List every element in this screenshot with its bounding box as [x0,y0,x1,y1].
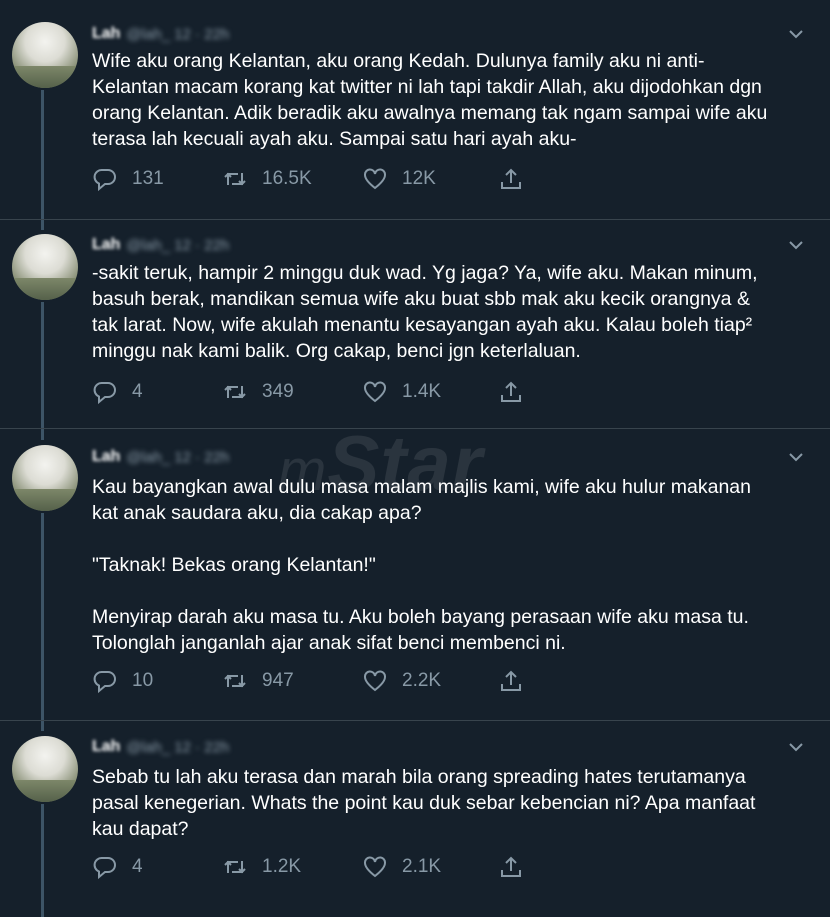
heart-icon [364,381,386,403]
author-name[interactable]: Lah [92,448,120,466]
avatar[interactable] [12,445,78,511]
chevron-down-icon[interactable] [786,447,806,467]
like-count: 1.4K [402,381,442,402]
reply-button[interactable]: 4 [92,379,143,405]
avatar[interactable] [12,234,78,300]
heart-icon [364,168,386,190]
reply-button[interactable]: 10 [92,668,153,694]
share-icon [501,856,521,877]
reply-button[interactable]: 131 [92,166,164,192]
author-handle-time[interactable]: @lah_ 12 · 22h [126,237,229,254]
tweet[interactable]: Lah @lah_ 12 · 22h Kau bayangkan awal du… [0,428,830,720]
like-count: 2.1K [402,856,442,877]
tweet-header: Lah @lah_ 12 · 22h [92,25,229,43]
author-name[interactable]: Lah [92,25,120,43]
avatar[interactable] [12,22,78,88]
author-handle-time[interactable]: @lah_ 12 · 22h [126,26,229,43]
like-button[interactable]: 2.2K [362,668,441,694]
reply-count: 4 [132,856,143,877]
tweet-header: Lah @lah_ 12 · 22h [92,448,229,466]
tweet-header: Lah @lah_ 12 · 22h [92,236,229,254]
author-name[interactable]: Lah [92,738,120,756]
chevron-down-icon[interactable] [786,24,806,44]
reply-icon [93,857,116,880]
like-button[interactable]: 2.1K [362,854,441,880]
reply-icon [93,382,116,405]
tweet[interactable]: Lah @lah_ 12 · 22h Sebab tu lah aku tera… [0,720,830,917]
share-button[interactable] [498,854,524,880]
tweet-text: -sakit teruk, hampir 2 minggu duk wad. Y… [92,262,758,362]
reply-button[interactable]: 4 [92,854,143,880]
heart-icon [364,856,386,878]
retweet-icon [224,860,246,874]
reply-count: 131 [132,168,164,189]
like-button[interactable]: 1.4K [362,379,441,405]
tweet[interactable]: Lah @lah_ 12 · 22h Wife aku orang Kelant… [0,0,830,219]
tweet-text: Wife aku orang Kelantan, aku orang Kedah… [92,50,768,150]
tweet-text: Sebab tu lah aku terasa dan marah bila o… [92,766,756,840]
chevron-down-icon[interactable] [786,737,806,757]
tweet[interactable]: Lah @lah_ 12 · 22h -sakit teruk, hampir … [0,219,830,428]
chevron-down-icon[interactable] [786,235,806,255]
share-button[interactable] [498,668,524,694]
retweet-icon [224,674,246,688]
reply-icon [93,169,116,192]
retweet-count: 947 [262,670,294,691]
like-count: 2.2K [402,670,442,691]
author-handle-time[interactable]: @lah_ 12 · 22h [126,449,229,466]
share-icon [501,670,521,691]
retweet-count: 16.5K [262,168,312,189]
heart-icon [364,670,386,692]
author-name[interactable]: Lah [92,236,120,254]
retweet-icon [224,385,246,399]
retweet-button[interactable]: 16.5K [222,166,312,192]
retweet-icon [224,172,246,186]
reply-count: 10 [132,670,154,691]
author-handle-time[interactable]: @lah_ 12 · 22h [126,739,229,756]
reply-icon [93,671,116,694]
share-button[interactable] [498,166,524,192]
retweet-count: 349 [262,381,294,402]
retweet-button[interactable]: 349 [222,379,294,405]
like-button[interactable]: 12K [362,166,436,192]
like-count: 12K [402,168,436,189]
share-icon [501,168,521,189]
retweet-button[interactable]: 1.2K [222,854,301,880]
share-button[interactable] [498,379,524,405]
tweet-header: Lah @lah_ 12 · 22h [92,738,229,756]
avatar[interactable] [12,736,78,802]
share-icon [501,381,521,402]
retweet-count: 1.2K [262,856,302,877]
tweet-text: Kau bayangkan awal dulu masa malam majli… [92,476,751,654]
retweet-button[interactable]: 947 [222,668,294,694]
reply-count: 4 [132,381,143,402]
